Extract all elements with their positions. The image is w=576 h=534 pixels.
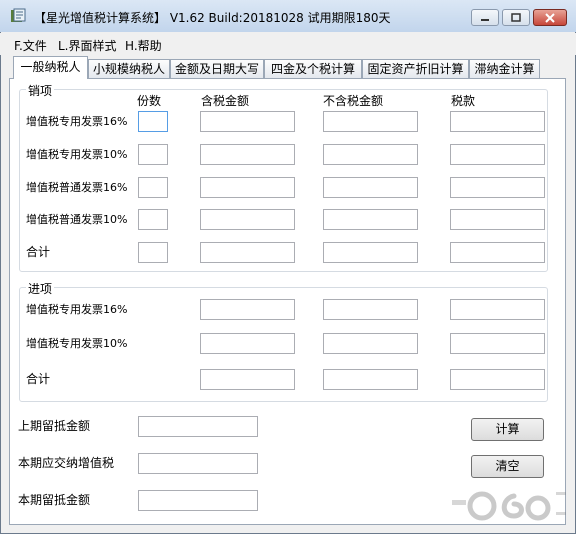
purchase-total-tax-inclusive-input[interactable] (200, 369, 295, 390)
vat-payable-input[interactable] (138, 453, 258, 474)
menu-help[interactable]: H.帮助 (125, 37, 162, 54)
sales-count-input[interactable] (138, 209, 168, 230)
sales-tax-inclusive-input[interactable] (200, 144, 295, 165)
tab-small-taxpayer[interactable]: 小规模纳税人 (88, 59, 170, 78)
minimize-button[interactable] (471, 9, 499, 26)
purchase-tax-input[interactable] (450, 299, 545, 320)
menu-file[interactable]: F.文件 (14, 37, 47, 54)
close-icon (545, 12, 555, 23)
app-icon (11, 8, 26, 22)
purchase-tax-input[interactable] (450, 333, 545, 354)
sales-count-input[interactable] (138, 111, 168, 132)
sales-total-count-input[interactable] (138, 242, 168, 263)
sales-count-input[interactable] (138, 144, 168, 165)
prior-credit-input[interactable] (138, 416, 258, 437)
sales-row-label: 增值税专用发票16% (26, 115, 128, 128)
sales-row-label: 增值税普通发票16% (26, 181, 128, 194)
prior-credit-label: 上期留抵金额 (18, 419, 91, 433)
purchase-tax-inclusive-input[interactable] (200, 333, 295, 354)
sales-tax-input[interactable] (450, 111, 545, 132)
sales-total-label: 合计 (26, 245, 51, 259)
maximize-button[interactable] (502, 9, 530, 26)
sales-tax-inclusive-input[interactable] (200, 111, 295, 132)
sales-group-title: 销项 (26, 82, 55, 99)
window-title: 【星光增值税计算系统】 V1.62 Build:20181028 试用期限180… (34, 11, 391, 25)
sales-tax-exclusive-input[interactable] (323, 177, 418, 198)
header-count: 份数 (137, 94, 162, 108)
sales-row-label: 增值税专用发票10% (26, 148, 128, 161)
tab-asset-depreciation[interactable]: 固定资产折旧计算 (362, 59, 469, 78)
sales-tax-exclusive-input[interactable] (323, 144, 418, 165)
purchase-total-label: 合计 (26, 372, 51, 386)
header-tax: 税款 (451, 94, 476, 108)
title-bar: 【星光增值税计算系统】 V1.62 Build:20181028 试用期限180… (0, 0, 576, 32)
header-tax-inclusive: 含税金额 (201, 94, 250, 108)
tab-amount-date-uppercase[interactable]: 金额及日期大写 (170, 59, 264, 78)
sales-tax-exclusive-input[interactable] (323, 209, 418, 230)
purchase-tax-exclusive-input[interactable] (323, 299, 418, 320)
purchase-tax-inclusive-input[interactable] (200, 299, 295, 320)
sales-total-tax-exclusive-input[interactable] (323, 242, 418, 263)
header-tax-exclusive: 不含税金额 (323, 94, 384, 108)
menu-ui-style[interactable]: L.界面样式 (58, 37, 117, 54)
sales-tax-input[interactable] (450, 209, 545, 230)
sales-tax-input[interactable] (450, 177, 545, 198)
vat-payable-label: 本期应交纳增值税 (18, 456, 115, 470)
purchase-group-title: 进项 (26, 280, 55, 297)
current-credit-input[interactable] (138, 490, 258, 511)
sales-total-tax-input[interactable] (450, 242, 545, 263)
tab-funds-income-tax[interactable]: 四金及个税计算 (264, 59, 362, 78)
clear-button[interactable]: 清空 (471, 455, 544, 478)
sales-row-label: 增值税普通发票10% (26, 213, 128, 226)
sales-count-input[interactable] (138, 177, 168, 198)
calculate-button[interactable]: 计算 (471, 418, 544, 441)
sales-total-tax-inclusive-input[interactable] (200, 242, 295, 263)
purchase-tax-exclusive-input[interactable] (323, 333, 418, 354)
close-button[interactable] (533, 9, 567, 26)
current-credit-label: 本期留抵金额 (18, 493, 91, 507)
purchase-total-tax-exclusive-input[interactable] (323, 369, 418, 390)
sales-tax-exclusive-input[interactable] (323, 111, 418, 132)
purchase-row-label: 增值税专用发票10% (26, 337, 128, 350)
tab-general-taxpayer[interactable]: 一般纳税人 (13, 56, 88, 79)
minimize-icon (481, 18, 489, 21)
watermark-logo (452, 491, 566, 521)
sales-tax-inclusive-input[interactable] (200, 177, 295, 198)
purchase-row-label: 增值税专用发票16% (26, 303, 128, 316)
tab-late-fee[interactable]: 滞纳金计算 (469, 59, 540, 78)
sales-tax-inclusive-input[interactable] (200, 209, 295, 230)
maximize-icon (511, 12, 521, 22)
purchase-total-tax-input[interactable] (450, 369, 545, 390)
sales-tax-input[interactable] (450, 144, 545, 165)
